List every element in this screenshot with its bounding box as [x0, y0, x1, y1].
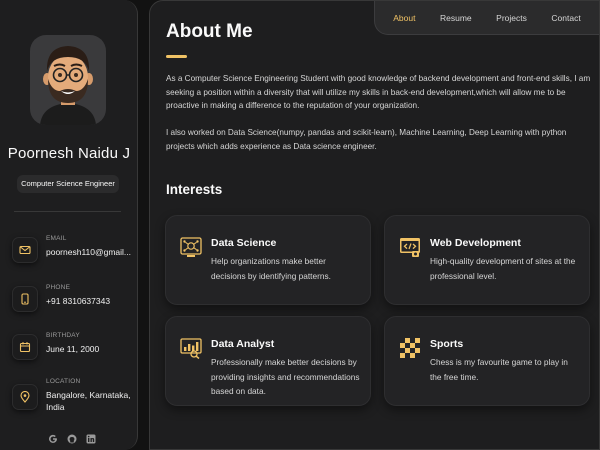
interest-title: Sports	[430, 338, 464, 350]
nav-contact[interactable]: Contact	[551, 13, 580, 23]
mail-icon	[12, 237, 38, 263]
title-underline	[166, 55, 187, 58]
github-icon[interactable]	[67, 434, 77, 444]
main-panel: About Resume Projects Contact About Me A…	[149, 0, 600, 450]
nav-projects[interactable]: Projects	[496, 13, 527, 23]
phone-icon	[12, 286, 38, 312]
web-development-icon	[400, 238, 420, 257]
location-pin-icon	[12, 384, 38, 410]
google-icon[interactable]	[48, 434, 58, 444]
contact-location-value: Bangalore, Karnataka, India	[46, 390, 131, 412]
interest-card-sports: Sports Chess is my favourite game to pla…	[384, 316, 590, 406]
interest-title: Web Development	[430, 237, 521, 249]
profile-name: Poornesh Naidu J	[7, 145, 131, 162]
contact-email-value[interactable]: poornesh110@gmail...	[46, 246, 134, 258]
sidebar-divider	[14, 211, 121, 212]
contact-email: EMAIL poornesh110@gmail...	[12, 235, 136, 271]
nav-about[interactable]: About	[393, 13, 415, 23]
interest-title: Data Analyst	[211, 338, 275, 350]
interest-text: High-quality development of sites at the…	[430, 256, 576, 281]
avatar	[30, 35, 106, 125]
contact-phone: PHONE +91 8310637343	[12, 284, 136, 320]
page-title: About Me	[166, 21, 253, 42]
interest-title: Data Science	[211, 237, 277, 249]
interest-text: Professionally make better decisions by …	[211, 357, 360, 396]
memoji-avatar-icon	[40, 46, 96, 125]
contact-location: LOCATION Bangalore, Karnataka, India	[12, 378, 136, 414]
about-paragraph-2: I also worked on Data Science(numpy, pan…	[166, 128, 567, 151]
about-paragraph-1: As a Computer Science Engineering Studen…	[166, 74, 591, 110]
social-links	[48, 434, 96, 444]
interest-card-web-development: Web Development High-quality development…	[384, 215, 590, 305]
contact-birthday: BIRTHDAY June 11, 2000	[12, 332, 136, 368]
interest-card-data-science: Data Science Help organizations make bet…	[165, 215, 371, 305]
calendar-icon	[12, 334, 38, 360]
data-science-icon	[180, 237, 202, 257]
sports-chess-icon	[400, 338, 420, 358]
contact-phone-value[interactable]: +91 8310637343	[46, 295, 134, 307]
navbar: About Resume Projects Contact	[374, 1, 599, 35]
contact-email-label: EMAIL	[46, 235, 67, 242]
data-analyst-icon	[180, 338, 202, 359]
nav-resume[interactable]: Resume	[440, 13, 472, 23]
sidebar: Poornesh Naidu J Computer Science Engine…	[0, 0, 138, 450]
contact-phone-label: PHONE	[46, 284, 71, 291]
profile-title-badge: Computer Science Engineer	[17, 175, 119, 193]
interest-text: Help organizations make better decisions…	[211, 256, 331, 281]
contact-location-label: LOCATION	[46, 378, 81, 385]
interest-card-data-analyst: Data Analyst Professionally make better …	[165, 316, 371, 406]
contact-birthday-value: June 11, 2000	[46, 344, 100, 354]
interest-text: Chess is my favourite game to play in th…	[430, 357, 568, 382]
linkedin-icon[interactable]	[86, 434, 96, 444]
interests-title: Interests	[166, 182, 223, 197]
contact-birthday-label: BIRTHDAY	[46, 332, 80, 339]
